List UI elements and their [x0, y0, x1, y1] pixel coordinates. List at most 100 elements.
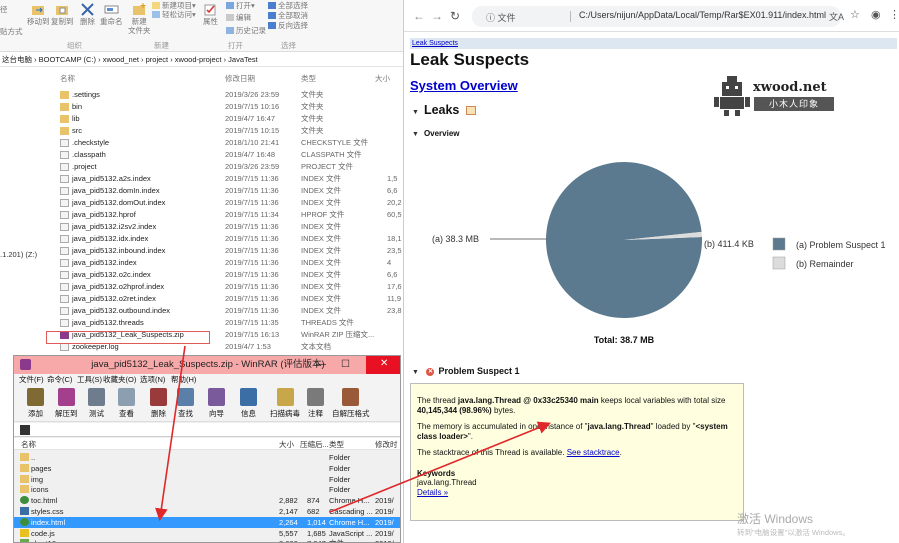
forward-icon[interactable]: →	[431, 9, 443, 23]
archive-row[interactable]: img Folder	[14, 474, 400, 485]
file-row[interactable]: java_pid5132.idx.index 2019/7/15 11:36 IND…	[0, 233, 403, 245]
back-icon[interactable]: ←	[413, 9, 425, 23]
file-row[interactable]: .settings 2019/3/26 23:59 文件夹	[0, 89, 403, 101]
menu-item[interactable]: 文件(F)	[19, 374, 44, 386]
system-overview-link[interactable]: System Overview	[410, 78, 518, 93]
column-name[interactable]: 名称	[60, 73, 75, 84]
wr-col-size[interactable]: 大小	[279, 439, 294, 450]
collapse-triangle-icon[interactable]: ▼	[412, 369, 419, 376]
file-row[interactable]: java_pid5132.threads 2019/7/15 11:35 THREA…	[0, 317, 403, 329]
archive-row[interactable]: index.html 2,264 1,014 Chrome H... 2019/	[14, 516, 400, 528]
invert-selection-button[interactable]: 反向选择	[268, 20, 308, 31]
archive-row[interactable]: styles.css 2,147 682 Cascading ... 2019/	[14, 506, 400, 517]
wr-col-type[interactable]: 类型	[329, 439, 344, 450]
menu-item[interactable]: 帮助(H)	[171, 374, 196, 386]
translate-icon[interactable]: 文A	[829, 10, 844, 23]
file-row[interactable]: .classpath 2019/4/7 16:48 CLASSPATH 文件	[0, 149, 403, 161]
toolbar-button[interactable]: 向导	[208, 388, 225, 419]
archive-row[interactable]: pages Folder	[14, 463, 400, 474]
toolbar-button[interactable]: 解压到	[55, 388, 78, 419]
file-row[interactable]: lib 2019/4/7 16:47 文件夹	[0, 113, 403, 125]
new-folder-button[interactable]: 新建 文件夹	[128, 3, 151, 35]
details-link[interactable]: Details »	[417, 488, 448, 497]
bookmark-star-icon[interactable]: ☆	[850, 8, 860, 21]
menu-kebab-icon[interactable]: ⋮	[889, 8, 899, 21]
file-name: java_pid5132.i2sv2.index	[72, 222, 157, 231]
toolbar-button[interactable]: 注释	[307, 388, 324, 419]
menu-item[interactable]: 工具(S)	[77, 374, 102, 386]
file-row[interactable]: java_pid5132.o2ret.index 2019/7/15 11:36 I…	[0, 293, 403, 305]
file-row[interactable]: java_pid5132.domOut.index 2019/7/15 11:36…	[0, 197, 403, 209]
open-button[interactable]: 打开▾	[226, 0, 255, 11]
see-stacktrace-link[interactable]: See stacktrace	[567, 448, 620, 457]
toolbar-button[interactable]: 添加	[27, 388, 44, 419]
menu-item[interactable]: 命令(C)	[47, 374, 72, 386]
breadcrumb-leak-suspects-link[interactable]: Leak Suspects	[412, 40, 458, 47]
collapse-triangle-icon[interactable]: ▼	[412, 131, 419, 138]
system-overview-anchor[interactable]: System Overview	[410, 78, 518, 93]
file-row[interactable]: src 2019/7/15 10:15 文件夹	[0, 125, 403, 137]
toolbar-button[interactable]: 自解压格式	[332, 388, 370, 419]
file-row[interactable]: java_pid5132.hprof 2019/7/15 11:34 HPROF 文…	[0, 209, 403, 221]
leaks-heading[interactable]: ▼ Leaks	[412, 103, 476, 117]
archive-row[interactable]: code.js 5,557 1,685 JavaScript ... 2019/	[14, 528, 400, 539]
omnibox-url[interactable]: C:/Users/nijun/AppData/Local/Temp/Rar$EX…	[579, 10, 826, 20]
retained-size: 40,145,344 (98.96%)	[417, 405, 492, 415]
collapse-triangle-icon[interactable]: ▼	[412, 109, 419, 116]
omnibox-info-label[interactable]: ⓘ 文件	[486, 11, 516, 24]
explorer-breadcrumb[interactable]: 这台电脑 › BOOTCAMP (C:) › xwood_net › proje…	[0, 53, 403, 67]
file-row[interactable]: bin 2019/7/15 10:16 文件夹	[0, 101, 403, 113]
up-folder-icon[interactable]	[20, 425, 30, 435]
archive-row[interactable]: chart16.png 8,666 7,847文件 png 2019/	[14, 538, 400, 542]
file-row[interactable]: java_pid5132.o2hprof.index 2019/7/15 11:3…	[0, 281, 403, 293]
toolbar-button[interactable]: 信息	[240, 388, 257, 419]
column-date[interactable]: 修改日期	[225, 73, 255, 84]
copy-to-button[interactable]: 复制到	[51, 3, 74, 26]
file-row[interactable]: java_pid5132.a2s.index 2019/7/15 11:36 IND…	[0, 173, 403, 185]
file-row[interactable]: .project 2019/3/26 23:59 PROJECT 文件	[0, 161, 403, 173]
wr-col-packed[interactable]: 压缩后...	[300, 439, 329, 450]
file-row[interactable]: java_pid5132.inbound.index 2019/7/15 11:3…	[0, 245, 403, 257]
archive-row[interactable]: .. Folder	[14, 452, 400, 463]
move-to-button[interactable]: 移动到	[27, 3, 50, 26]
minimize-icon[interactable]: —	[316, 359, 326, 370]
file-date: 2019/4/7 16:48	[225, 150, 276, 159]
file-row[interactable]: .checkstyle 2018/1/10 21:41 CHECKSTYLE 文件	[0, 137, 403, 149]
toolbar-button[interactable]: 扫描病毒	[270, 388, 300, 419]
history-button[interactable]: 历史记录	[226, 25, 266, 36]
file-row[interactable]: java_pid5132.domIn.index 2019/7/15 11:36 I…	[0, 185, 403, 197]
toolbar-button[interactable]: 删除	[150, 388, 167, 419]
problem-heading[interactable]: ▼ ✕ Problem Suspect 1	[412, 366, 519, 376]
file-row[interactable]: java_pid5132.outbound.index 2019/7/15 11:…	[0, 305, 403, 317]
rename-button[interactable]: 重命名	[100, 3, 123, 26]
menu-item[interactable]: 收藏夹(O)	[103, 374, 136, 386]
wr-col-modified[interactable]: 修改时	[375, 439, 398, 450]
wr-col-name[interactable]: 名称	[21, 439, 36, 450]
close-button[interactable]: ✕	[366, 356, 400, 374]
pie-slice-0[interactable]	[546, 162, 702, 319]
file-row[interactable]: java_pid5132.o2c.index 2019/7/15 11:36 IND…	[0, 269, 403, 281]
toolbar-label: 注释	[308, 409, 323, 418]
easy-access-button[interactable]: 轻松访问▾	[152, 9, 196, 20]
omnibox[interactable]: ⓘ 文件 C:/Users/nijun/AppData/Local/Temp/R…	[472, 6, 841, 27]
toolbar-button[interactable]: 查看	[118, 388, 135, 419]
file-row[interactable]: java_pid5132.index 2019/7/15 11:36 INDEX 文…	[0, 257, 403, 269]
ribbon-paste-shortcut-label[interactable]: 贴方式	[0, 26, 23, 37]
archive-row[interactable]: icons Folder	[14, 484, 400, 495]
column-size[interactable]: 大小	[375, 73, 390, 84]
toolbar-button[interactable]: 查找	[177, 388, 194, 419]
archive-size: 2,882	[279, 496, 298, 506]
column-type[interactable]: 类型	[301, 73, 316, 84]
overview-heading[interactable]: ▼ Overview	[412, 129, 460, 138]
delete-button[interactable]: 删除	[80, 3, 95, 26]
profile-icon[interactable]: ◉	[871, 8, 881, 21]
reload-icon[interactable]: ↻	[450, 9, 460, 23]
menu-item[interactable]: 选项(N)	[140, 374, 165, 386]
archive-row[interactable]: toc.html 2,882 874 Chrome H... 2019/	[14, 495, 400, 506]
maximize-icon[interactable]: ☐	[341, 359, 350, 370]
edit-button[interactable]: 编辑	[226, 12, 251, 23]
toolbar-button[interactable]: 测试	[88, 388, 105, 419]
file-row[interactable]: java_pid5132.i2sv2.index 2019/7/15 11:36 I…	[0, 221, 403, 233]
winrar-path-bar[interactable]	[14, 423, 400, 437]
properties-button[interactable]: 属性	[203, 3, 218, 26]
